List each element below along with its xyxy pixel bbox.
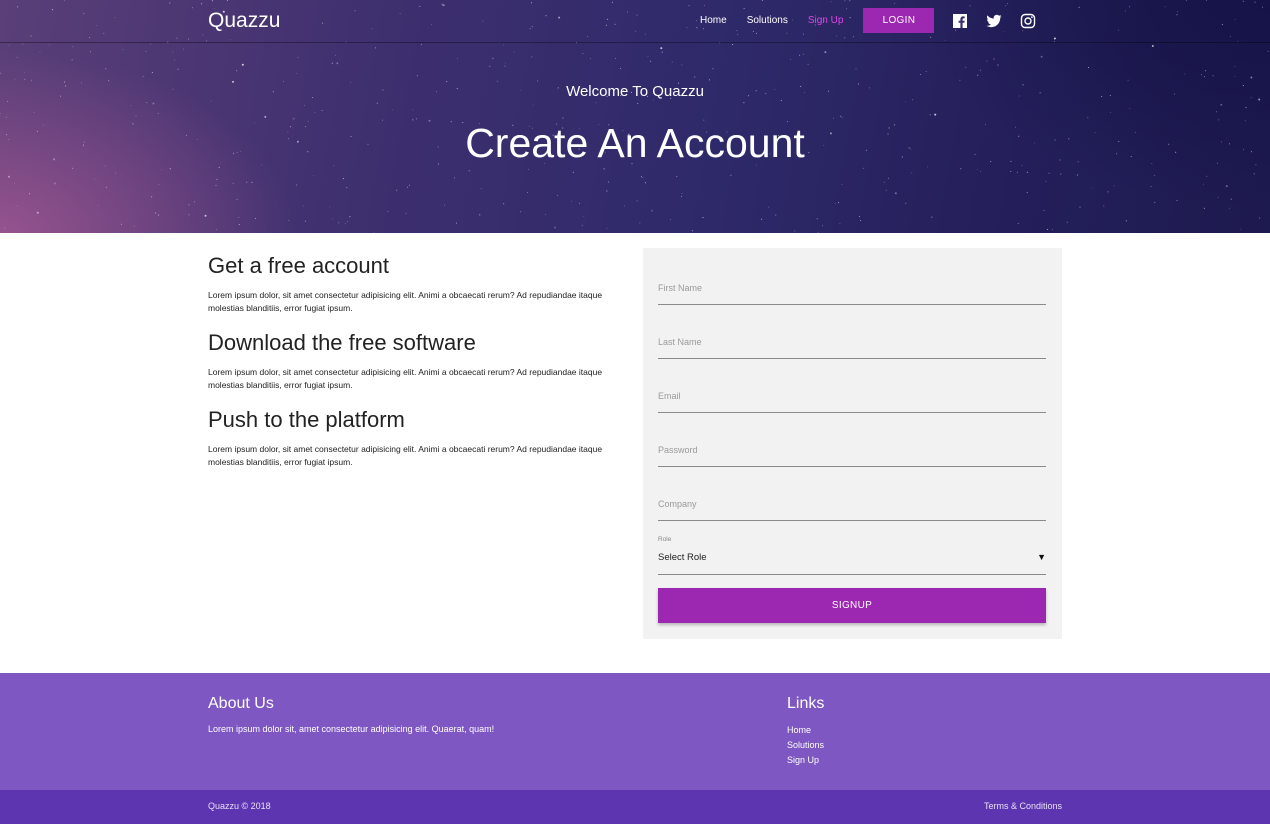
password-placeholder: Password: [658, 445, 698, 455]
instagram-icon[interactable]: [1020, 13, 1036, 29]
company-field[interactable]: Company: [658, 496, 1046, 521]
first-name-placeholder: First Name: [658, 283, 703, 293]
feature-item: Push to the platform Lorem ipsum dolor, …: [208, 407, 608, 484]
page-title: Create An Account: [465, 120, 805, 166]
last-name-placeholder: Last Name: [658, 337, 702, 347]
hero-subtitle: Welcome To Quazzu: [566, 83, 704, 100]
footer: About Us Lorem ipsum dolor sit, amet con…: [0, 673, 1270, 790]
caret-down-icon[interactable]: ▼: [1037, 552, 1046, 562]
role-label: Role: [658, 536, 672, 543]
footer-links-title: Links: [787, 695, 825, 712]
footer-link-solutions[interactable]: Solutions: [787, 738, 824, 753]
footer-link-signup[interactable]: Sign Up: [787, 753, 824, 768]
terms-link[interactable]: Terms & Conditions: [984, 801, 1062, 811]
footer-links: Links Home Solutions Sign Up: [787, 695, 824, 768]
feature-text: Lorem ipsum dolor, sit amet consectetur …: [208, 444, 603, 467]
feature-title: Push to the platform: [208, 407, 405, 432]
signup-button[interactable]: SIGNUP: [658, 588, 1046, 623]
footer-link-home[interactable]: Home: [787, 723, 824, 738]
footer-about-text: Lorem ipsum dolor sit, amet consectetur …: [208, 724, 495, 734]
brand-logo[interactable]: Quazzu: [208, 9, 280, 33]
feature-item: Download the free software Lorem ipsum d…: [208, 330, 608, 407]
last-name-field[interactable]: Last Name: [658, 334, 1046, 359]
email-placeholder: Email: [658, 391, 681, 401]
footer-bottom-bar: Quazzu © 2018 Terms & Conditions: [0, 790, 1270, 824]
facebook-icon[interactable]: [952, 13, 968, 29]
navbar-divider: [0, 42, 1270, 43]
footer-about-title: About Us: [208, 695, 274, 712]
password-field[interactable]: Password: [658, 442, 1046, 467]
feature-text: Lorem ipsum dolor, sit amet consectetur …: [208, 367, 603, 390]
twitter-icon[interactable]: [986, 13, 1002, 29]
hero-section: Quazzu Home Solutions Sign Up LOGIN Welc…: [0, 0, 1270, 233]
footer-about: About Us Lorem ipsum dolor sit, amet con…: [208, 695, 494, 734]
feature-title: Get a free account: [208, 253, 389, 278]
feature-title: Download the free software: [208, 330, 476, 355]
company-placeholder: Company: [658, 499, 697, 509]
copyright-text: Quazzu © 2018: [208, 801, 271, 811]
role-select[interactable]: Role Select Role ▼: [658, 536, 1046, 575]
nav-link-solutions[interactable]: Solutions: [747, 15, 788, 26]
login-button[interactable]: LOGIN: [863, 8, 935, 33]
features-list: Get a free account Lorem ipsum dolor, si…: [208, 253, 608, 484]
feature-text: Lorem ipsum dolor, sit amet consectetur …: [208, 290, 603, 313]
starfield-background: [0, 0, 1269, 233]
nav-link-home[interactable]: Home: [700, 15, 727, 26]
nav-link-signup[interactable]: Sign Up: [808, 15, 844, 26]
email-field[interactable]: Email: [658, 388, 1046, 413]
signup-form: First Name Last Name Email Password Comp…: [643, 248, 1062, 639]
first-name-field[interactable]: First Name: [658, 280, 1046, 305]
main-nav: Home Solutions Sign Up LOGIN: [700, 8, 1054, 33]
feature-item: Get a free account Lorem ipsum dolor, si…: [208, 253, 608, 330]
role-selected-value: Select Role: [658, 552, 707, 563]
